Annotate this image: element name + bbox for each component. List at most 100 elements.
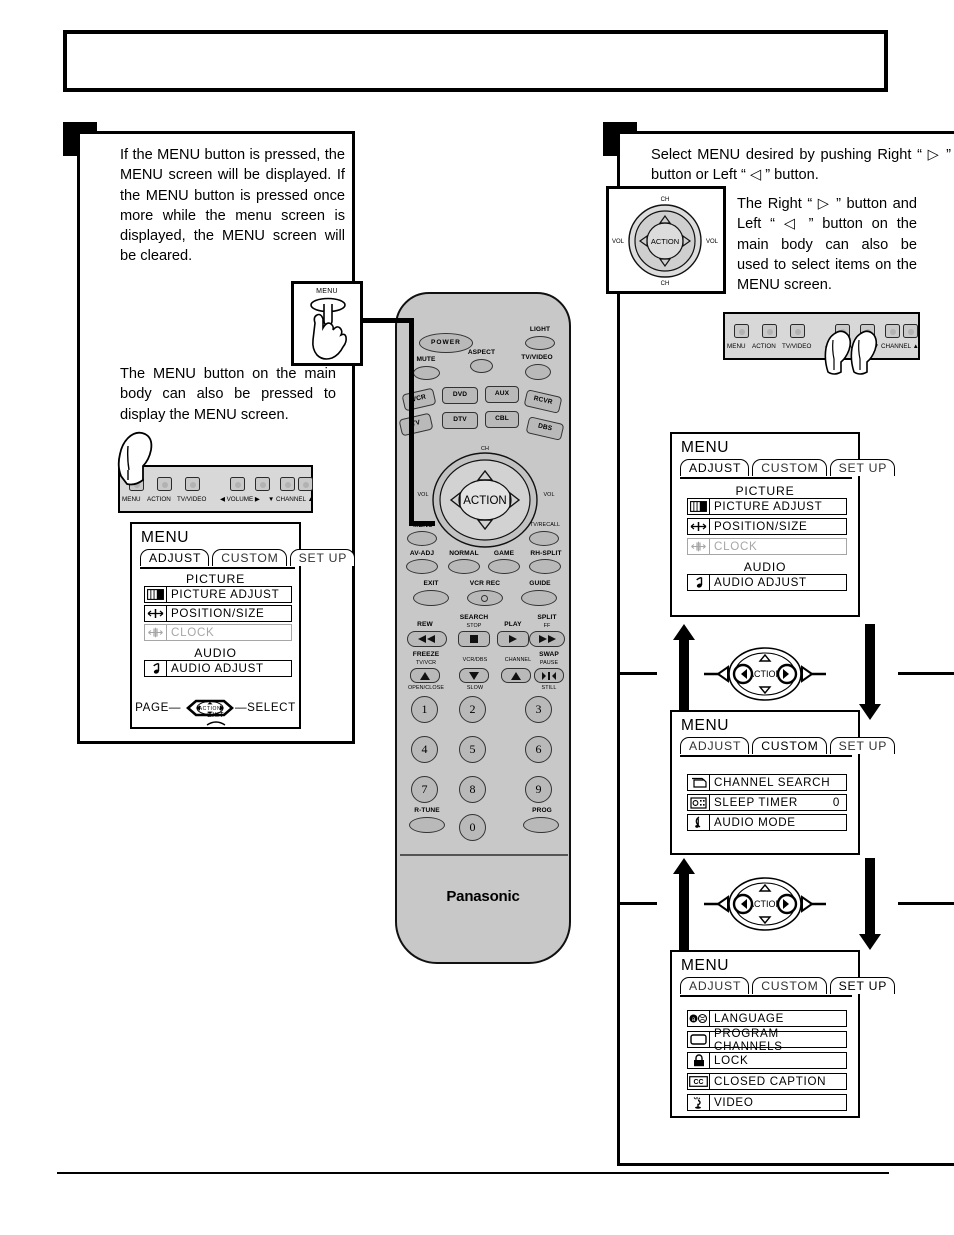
down-triangle-icon (469, 672, 479, 680)
control-button-channel-up[interactable] (298, 477, 313, 491)
osd2-tab-adjust[interactable]: ADJUST (680, 459, 750, 476)
main-body-joystick-diagram[interactable]: CH CH VOL VOL ACTION (609, 189, 721, 289)
osd-row-clock[interactable]: CLOCK (144, 624, 292, 641)
osd3-row-sleep-timer[interactable]: SLEEP TIMER 0 (687, 794, 847, 811)
remote-button-r-tune[interactable] (409, 817, 445, 833)
osd2-tab-custom[interactable]: CUSTOM (752, 459, 827, 476)
control-label-channel: ▼ CHANNEL ▲ (268, 496, 314, 503)
remote-button-mute[interactable] (413, 366, 440, 380)
remote-label-power: POWER (431, 339, 461, 346)
remote-button-prog[interactable] (523, 817, 559, 833)
remote-control: POWER LIGHT MUTE ASPECT TV/VIDEO VCR DVD… (395, 292, 571, 964)
remote-button-tv-recall[interactable] (529, 531, 559, 546)
remote-key-3[interactable]: 3 (525, 696, 552, 723)
control-button-tvvideo-right[interactable] (790, 324, 805, 338)
remote-key-6[interactable]: 6 (525, 736, 552, 763)
remote-label-pause: PAUSE (539, 660, 559, 666)
osd3-sleep-timer-value: 0 (832, 796, 840, 809)
joystick-callout-box: CH CH VOL VOL ACTION (606, 186, 726, 294)
osd2-row-clock[interactable]: CLOCK (687, 538, 847, 555)
sleep-timer-icon (687, 794, 710, 811)
remote-button-av-adj[interactable] (406, 559, 438, 574)
picture-bars-icon (687, 498, 710, 515)
control-button-channel-up-right[interactable] (903, 324, 918, 338)
osd4-row-language[interactable]: a LANGUAGE (687, 1010, 847, 1027)
remote-label-split: SPLIT (537, 614, 557, 621)
control-button-action[interactable] (157, 477, 172, 491)
osd2-label-clock: CLOCK (710, 538, 847, 555)
tab-custom[interactable]: CUSTOM (212, 549, 287, 566)
osd3-tab-setup[interactable]: SET UP (829, 737, 896, 754)
osd-label-position-size: POSITION/SIZE (167, 605, 292, 622)
osd-menu-custom: MENU ADJUST CUSTOM SET UP CHANNEL SEARCH… (670, 710, 896, 855)
osd3-label-sleep-timer: SLEEP TIMER 0 (710, 794, 847, 811)
remote-label-vol-right: VOL (543, 492, 555, 498)
remote-label-tv-recall: TV/RECALL (529, 522, 561, 528)
osd4-tab-custom[interactable]: CUSTOM (752, 977, 827, 994)
remote-key-5[interactable]: 5 (459, 736, 486, 763)
remote-button-normal[interactable] (448, 559, 480, 574)
nav-action-ring-1[interactable]: ACTION (700, 638, 830, 708)
callout-connector-h (356, 318, 414, 323)
osd4-row-program-channels[interactable]: PROGRAM CHANNELS (687, 1027, 847, 1053)
flow-arrow-up-2 (673, 858, 695, 950)
osd-row-audio-adjust[interactable]: AUDIO ADJUST (144, 660, 292, 677)
osd3-row-channel-search[interactable]: CHANNEL SEARCH (687, 774, 847, 791)
remote-button-menu[interactable] (407, 531, 437, 546)
tab-setup[interactable]: SET UP (289, 549, 356, 566)
remote-key-7[interactable]: 7 (411, 776, 438, 803)
osd3-tab-adjust[interactable]: ADJUST (680, 737, 750, 754)
flow-line-left-1 (617, 672, 657, 675)
osd-footer-exit: EXIT (132, 712, 299, 727)
osd4-row-video[interactable]: VIDEO (687, 1094, 847, 1111)
remote-key-2[interactable]: 2 (459, 696, 486, 723)
osd4-tab-setup[interactable]: SET UP (829, 977, 896, 994)
remote-key-9[interactable]: 9 (525, 776, 552, 803)
remote-button-exit[interactable] (413, 590, 449, 606)
remote-button-tvvideo[interactable] (525, 364, 551, 380)
stop-square-icon (470, 635, 478, 643)
osd2-row-picture-adjust[interactable]: PICTURE ADJUST (687, 498, 847, 515)
remote-button-guide[interactable] (521, 590, 557, 606)
clock-icon (687, 538, 710, 555)
remote-button-light[interactable] (525, 336, 555, 350)
osd4-tabs: ADJUST CUSTOM SET UP (680, 977, 896, 994)
nav-action-ring-2[interactable]: ACTION (700, 868, 830, 938)
osd3-row-audio-mode[interactable]: AUDIO MODE (687, 814, 847, 831)
joystick-label-ch-bottom: CH (661, 281, 670, 287)
osd2-row-position-size[interactable]: POSITION/SIZE (687, 518, 847, 535)
osd4-label-lock: LOCK (710, 1052, 847, 1069)
remote-button-rh-split[interactable] (529, 559, 561, 574)
osd4-row-closed-caption[interactable]: CC CLOSED CAPTION (687, 1073, 847, 1090)
remote-label-still: STILL (541, 685, 557, 691)
flow-line-right-1 (898, 672, 954, 675)
control-button-tvvideo[interactable] (185, 477, 200, 491)
remote-action-dial[interactable]: ACTION (430, 450, 540, 550)
osd2-tab-setup[interactable]: SET UP (829, 459, 896, 476)
osd2-section-audio: AUDIO (743, 560, 787, 574)
osd-row-position-size[interactable]: POSITION/SIZE (144, 605, 292, 622)
osd4-row-lock[interactable]: LOCK (687, 1052, 847, 1069)
remote-key-0[interactable]: 0 (459, 814, 486, 841)
osd3-tab-custom[interactable]: CUSTOM (752, 737, 827, 754)
remote-key-1[interactable]: 1 (411, 696, 438, 723)
control-button-menu-right[interactable] (734, 324, 749, 338)
osd2-row-audio-adjust[interactable]: AUDIO ADJUST (687, 574, 847, 591)
remote-button-aspect[interactable] (470, 359, 493, 373)
osd3-tabs: ADJUST CUSTOM SET UP (680, 737, 896, 754)
tab-adjust[interactable]: ADJUST (140, 549, 210, 566)
osd-row-picture-adjust[interactable]: PICTURE ADJUST (144, 586, 292, 603)
remote-button-game[interactable] (488, 559, 520, 574)
osd4-tab-adjust[interactable]: ADJUST (680, 977, 750, 994)
remote-key-4[interactable]: 4 (411, 736, 438, 763)
control-button-channel-down[interactable] (280, 477, 295, 491)
control-button-volume-up[interactable] (255, 477, 270, 491)
control-button-volume-down[interactable] (230, 477, 245, 491)
remote-label-open-close: OPEN/CLOSE (407, 685, 445, 691)
music-note-icon (144, 660, 167, 677)
remote-label-rew: REW (417, 621, 433, 628)
control-button-channel-down-right[interactable] (885, 324, 900, 338)
control-button-action-right[interactable] (762, 324, 777, 338)
remote-key-8[interactable]: 8 (459, 776, 486, 803)
osd-label-picture-adjust: PICTURE ADJUST (167, 586, 292, 603)
